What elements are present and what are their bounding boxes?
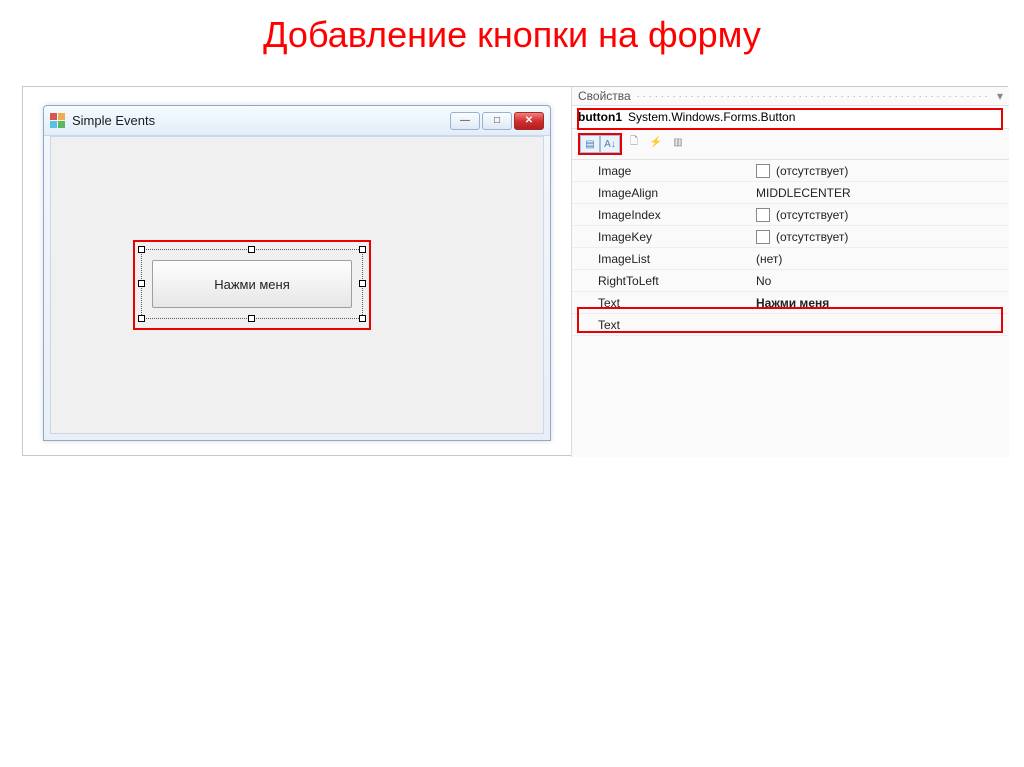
property-row[interactable]: Image (отсутствует) [572, 160, 1009, 182]
maximize-button[interactable]: □ [482, 112, 512, 130]
property-value[interactable]: (отсутствует) [750, 208, 1009, 222]
form-designer-window: Simple Events — □ ✕ Нажми меня [43, 105, 551, 441]
page-icon: ▥ [673, 137, 682, 148]
property-name: ImageList [572, 252, 750, 266]
property-value-text: No [756, 274, 771, 288]
property-name: RightToLeft [572, 274, 750, 288]
resize-handle-n[interactable] [248, 246, 255, 253]
resize-handle-w[interactable] [138, 280, 145, 287]
highlight-object-selector [577, 108, 1003, 130]
property-value[interactable]: (нет) [750, 252, 1009, 266]
form-titlebar[interactable]: Simple Events — □ ✕ [44, 106, 550, 136]
resize-handle-s[interactable] [248, 315, 255, 322]
maximize-icon: □ [494, 115, 500, 126]
property-value[interactable]: (отсутствует) [750, 230, 1009, 244]
property-pages-button[interactable]: ▥ [668, 133, 688, 151]
slide-title: Добавление кнопки на форму [0, 0, 1024, 62]
property-value-text: (нет) [756, 252, 782, 266]
property-value-text: (отсутствует) [776, 208, 848, 222]
property-value-text: MIDDLECENTER [756, 186, 851, 200]
resize-handle-e[interactable] [359, 280, 366, 287]
alphabetical-icon: A↓ [604, 139, 616, 150]
properties-panel-title: Свойства [578, 89, 631, 103]
property-row[interactable]: ImageIndex (отсутствует) [572, 204, 1009, 226]
form-client-area[interactable]: Нажми меня [50, 136, 544, 434]
properties-panel: Свойства ·······························… [571, 87, 1009, 457]
alphabetical-button[interactable]: A↓ [600, 135, 620, 153]
events-button[interactable]: ⚡ [646, 133, 666, 151]
properties-panel-header[interactable]: Свойства ·······························… [572, 87, 1009, 106]
pin-icon[interactable]: ▾ [997, 89, 1003, 103]
form-title: Simple Events [72, 113, 155, 128]
categorized-icon: ▤ [585, 139, 594, 150]
property-name: ImageKey [572, 230, 750, 244]
app-icon [50, 113, 66, 129]
property-row[interactable]: ImageAlign MIDDLECENTER [572, 182, 1009, 204]
color-swatch [756, 208, 770, 222]
minimize-button[interactable]: — [450, 112, 480, 130]
minimize-icon: — [460, 115, 470, 126]
properties-button[interactable]: 🗋 [624, 133, 644, 151]
resize-handle-sw[interactable] [138, 315, 145, 322]
property-row[interactable]: RightToLeft No [572, 270, 1009, 292]
screenshot-area: Simple Events — □ ✕ Нажми меня [22, 86, 1008, 456]
color-swatch [756, 230, 770, 244]
properties-icon: 🗋 [630, 134, 638, 151]
designed-button[interactable]: Нажми меня [152, 260, 352, 308]
property-row[interactable]: ImageList (нет) [572, 248, 1009, 270]
highlight-toolbar-sort: ▤ A↓ [578, 133, 622, 155]
property-value-text: (отсутствует) [776, 230, 848, 244]
highlight-text-property [577, 307, 1003, 333]
property-name: Image [572, 164, 750, 178]
resize-handle-ne[interactable] [359, 246, 366, 253]
property-value[interactable]: (отсутствует) [750, 164, 1009, 178]
color-swatch [756, 164, 770, 178]
resize-handle-se[interactable] [359, 315, 366, 322]
close-button[interactable]: ✕ [514, 112, 544, 130]
drag-grip-icon: ········································… [637, 91, 997, 101]
property-row[interactable]: ImageKey (отсутствует) [572, 226, 1009, 248]
property-value-text: (отсутствует) [776, 164, 848, 178]
property-name: ImageAlign [572, 186, 750, 200]
categorized-button[interactable]: ▤ [580, 135, 600, 153]
property-value[interactable]: MIDDLECENTER [750, 186, 1009, 200]
designer-selection[interactable]: Нажми меня [141, 249, 363, 319]
lightning-icon: ⚡ [650, 137, 662, 148]
properties-toolbar: ▤ A↓ 🗋 ⚡ ▥ [572, 129, 1009, 160]
property-name: ImageIndex [572, 208, 750, 222]
resize-handle-nw[interactable] [138, 246, 145, 253]
close-icon: ✕ [525, 115, 533, 126]
property-value[interactable]: No [750, 274, 1009, 288]
